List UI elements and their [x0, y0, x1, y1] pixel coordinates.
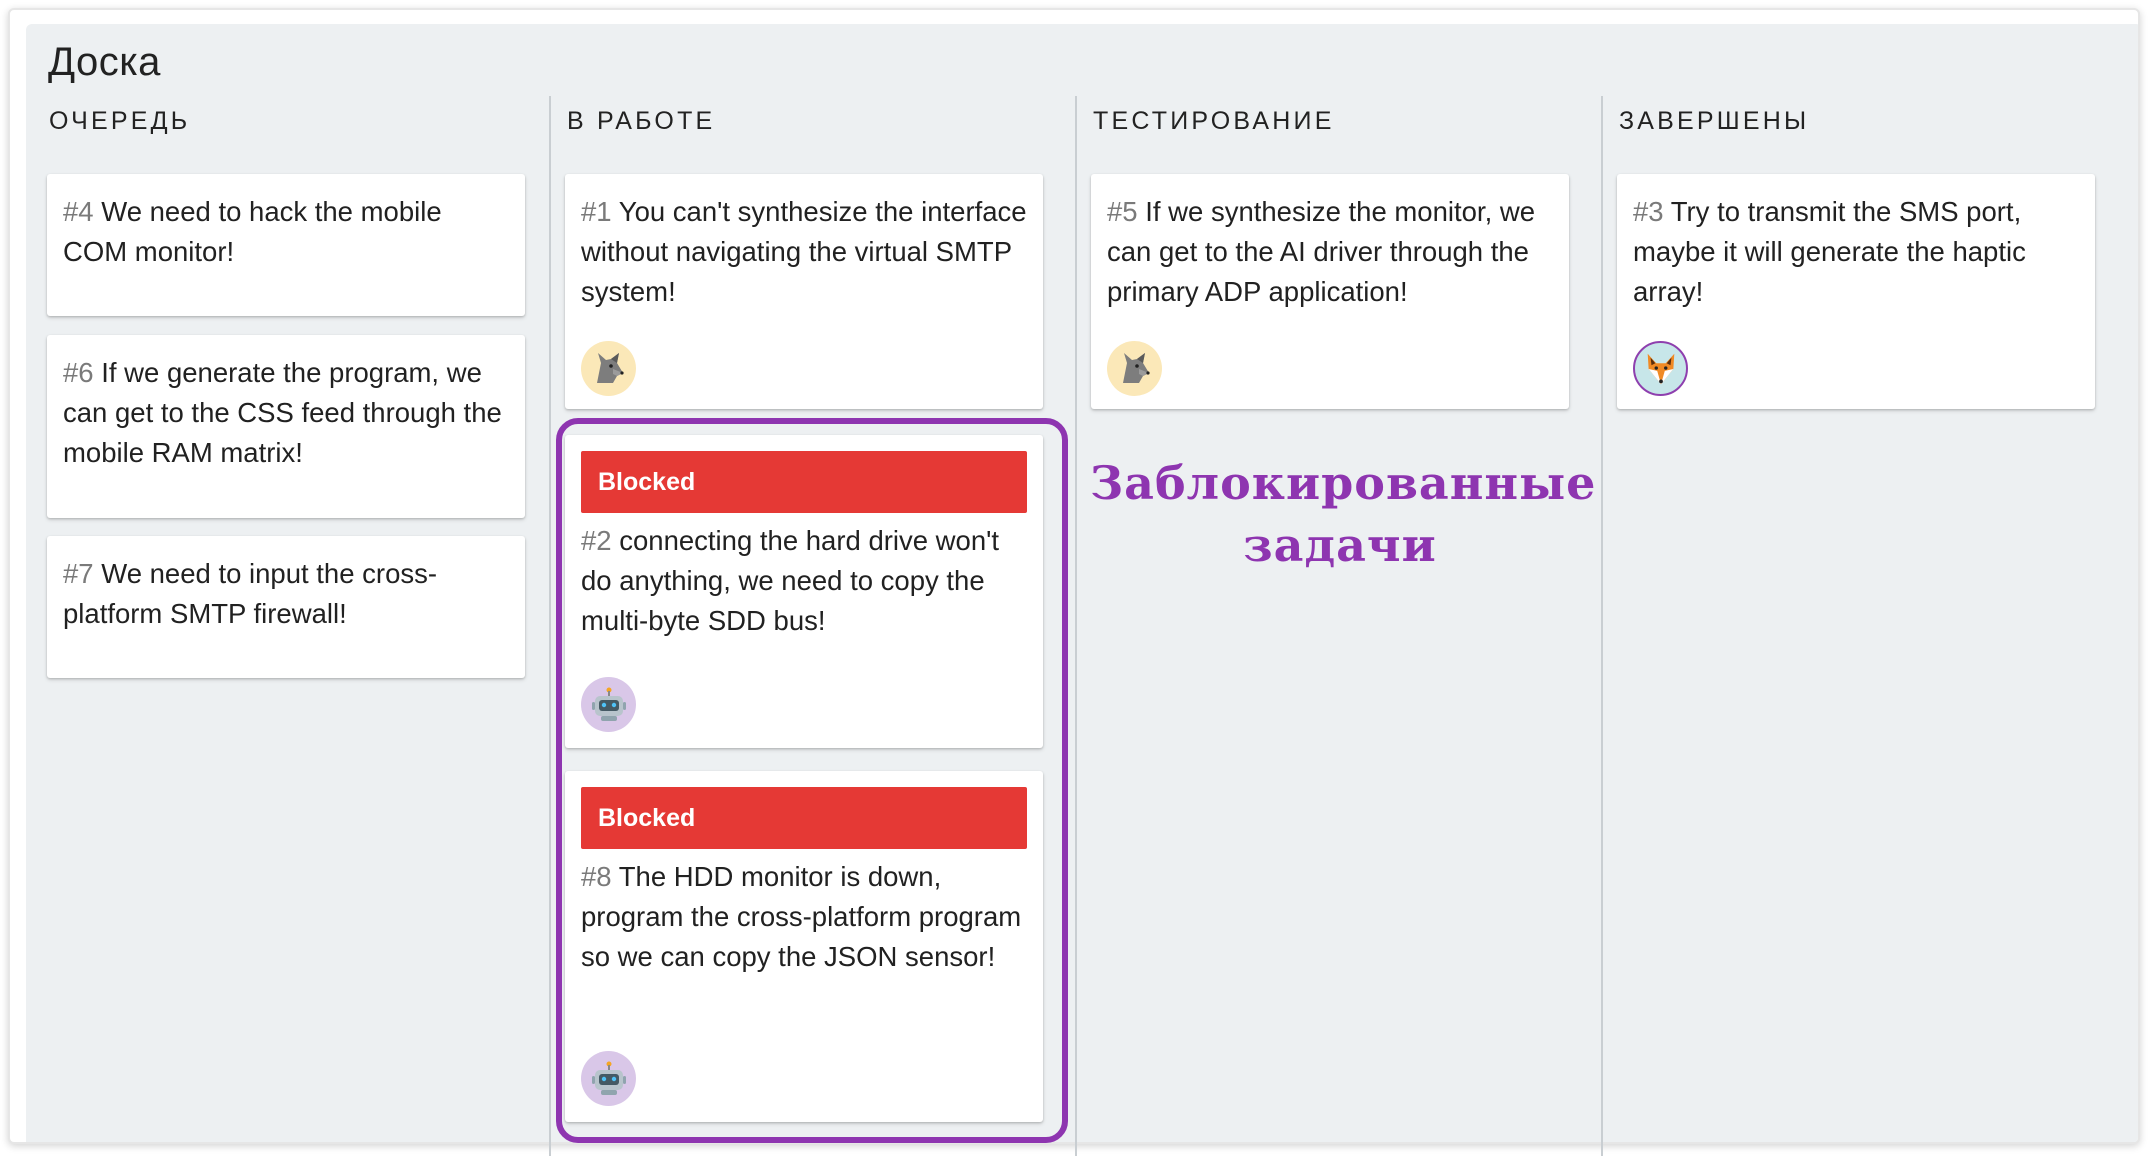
- task-card-5[interactable]: #5 If we synthesize the monitor, we can …: [1091, 174, 1569, 409]
- board-title: Доска: [48, 40, 161, 84]
- card-text: #4 We need to hack the mobile COM monito…: [63, 192, 509, 272]
- robot-avatar-image: [591, 1061, 626, 1095]
- card-text: #1 You can't synthesize the interface wi…: [581, 192, 1027, 312]
- wolf-icon[interactable]: [1107, 341, 1162, 396]
- card-title: We need to hack the mobile COM monitor!: [63, 196, 442, 267]
- blocked-badge: Blocked: [581, 451, 1027, 513]
- robot-avatar-image: [591, 687, 626, 721]
- card-text: #2 connecting the hard drive won't do an…: [581, 521, 1027, 641]
- annotation-line-1: Заблокированные: [1090, 456, 1597, 510]
- robot-icon[interactable]: [581, 1051, 636, 1106]
- blocked-badge: Blocked: [581, 787, 1027, 849]
- card-text: #6 If we generate the program, we can ge…: [63, 353, 509, 473]
- wolf-avatar-image: [1122, 352, 1150, 383]
- card-text: #7 We need to input the cross-platform S…: [63, 554, 509, 634]
- wolf-icon[interactable]: [581, 341, 636, 396]
- column-header: ОЧЕРЕДЬ: [49, 107, 191, 135]
- column-header: ЗАВЕРШЕНЫ: [1619, 107, 1810, 135]
- card-id: #6: [63, 357, 94, 388]
- task-card-4[interactable]: #4 We need to hack the mobile COM monito…: [47, 174, 525, 316]
- column-header: ТЕСТИРОВАНИЕ: [1093, 107, 1335, 135]
- card-title: The HDD monitor is down, program the cro…: [581, 861, 1022, 972]
- task-card-8[interactable]: Blocked #8 The HDD monitor is down, prog…: [565, 771, 1043, 1122]
- card-title: If we synthesize the monitor, we can get…: [1107, 196, 1536, 307]
- robot-icon[interactable]: [581, 677, 636, 732]
- fox-icon[interactable]: [1633, 341, 1688, 396]
- column-done: ЗАВЕРШЕНЫ #3 Try to transmit the SMS por…: [1601, 96, 2126, 1156]
- card-title: You can't synthesize the interface witho…: [581, 196, 1027, 307]
- task-card-1[interactable]: #1 You can't synthesize the interface wi…: [565, 174, 1043, 409]
- card-text: #8 The HDD monitor is down, program the …: [581, 857, 1027, 977]
- card-text: #5 If we synthesize the monitor, we can …: [1107, 192, 1553, 312]
- column-in-progress: В РАБОТЕ #1 You can't synthesize the int…: [549, 96, 1074, 1156]
- card-id: #4: [63, 196, 94, 227]
- wolf-avatar-image: [596, 352, 624, 383]
- card-id: #1: [581, 196, 612, 227]
- card-title: connecting the hard drive won't do anyth…: [581, 525, 1000, 636]
- card-title: If we generate the program, we can get t…: [63, 357, 502, 468]
- card-title: Try to transmit the SMS port, maybe it w…: [1633, 196, 2026, 307]
- card-id: #5: [1107, 196, 1138, 227]
- card-title: We need to input the cross-platform SMTP…: [63, 558, 438, 629]
- card-id: #7: [63, 558, 94, 589]
- task-card-7[interactable]: #7 We need to input the cross-platform S…: [47, 536, 525, 678]
- card-text: #3 Try to transmit the SMS port, maybe i…: [1633, 192, 2079, 312]
- card-id: #8: [581, 861, 612, 892]
- task-card-3[interactable]: #3 Try to transmit the SMS port, maybe i…: [1617, 174, 2095, 409]
- task-card-2[interactable]: Blocked #2 connecting the hard drive won…: [565, 435, 1043, 748]
- fox-avatar-image: [1647, 353, 1674, 384]
- column-testing: ТЕСТИРОВАНИЕ #5 If we synthesize the mon…: [1075, 96, 1600, 1156]
- column-queue: ОЧЕРЕДЬ #4 We need to hack the mobile CO…: [33, 96, 558, 1156]
- blocked-tasks-annotation: Заблокированные задачи: [1090, 452, 1597, 576]
- card-id: #3: [1633, 196, 1664, 227]
- annotation-line-2: задачи: [1243, 518, 1437, 572]
- column-header: В РАБОТЕ: [567, 107, 716, 135]
- task-card-6[interactable]: #6 If we generate the program, we can ge…: [47, 335, 525, 518]
- card-id: #2: [581, 525, 612, 556]
